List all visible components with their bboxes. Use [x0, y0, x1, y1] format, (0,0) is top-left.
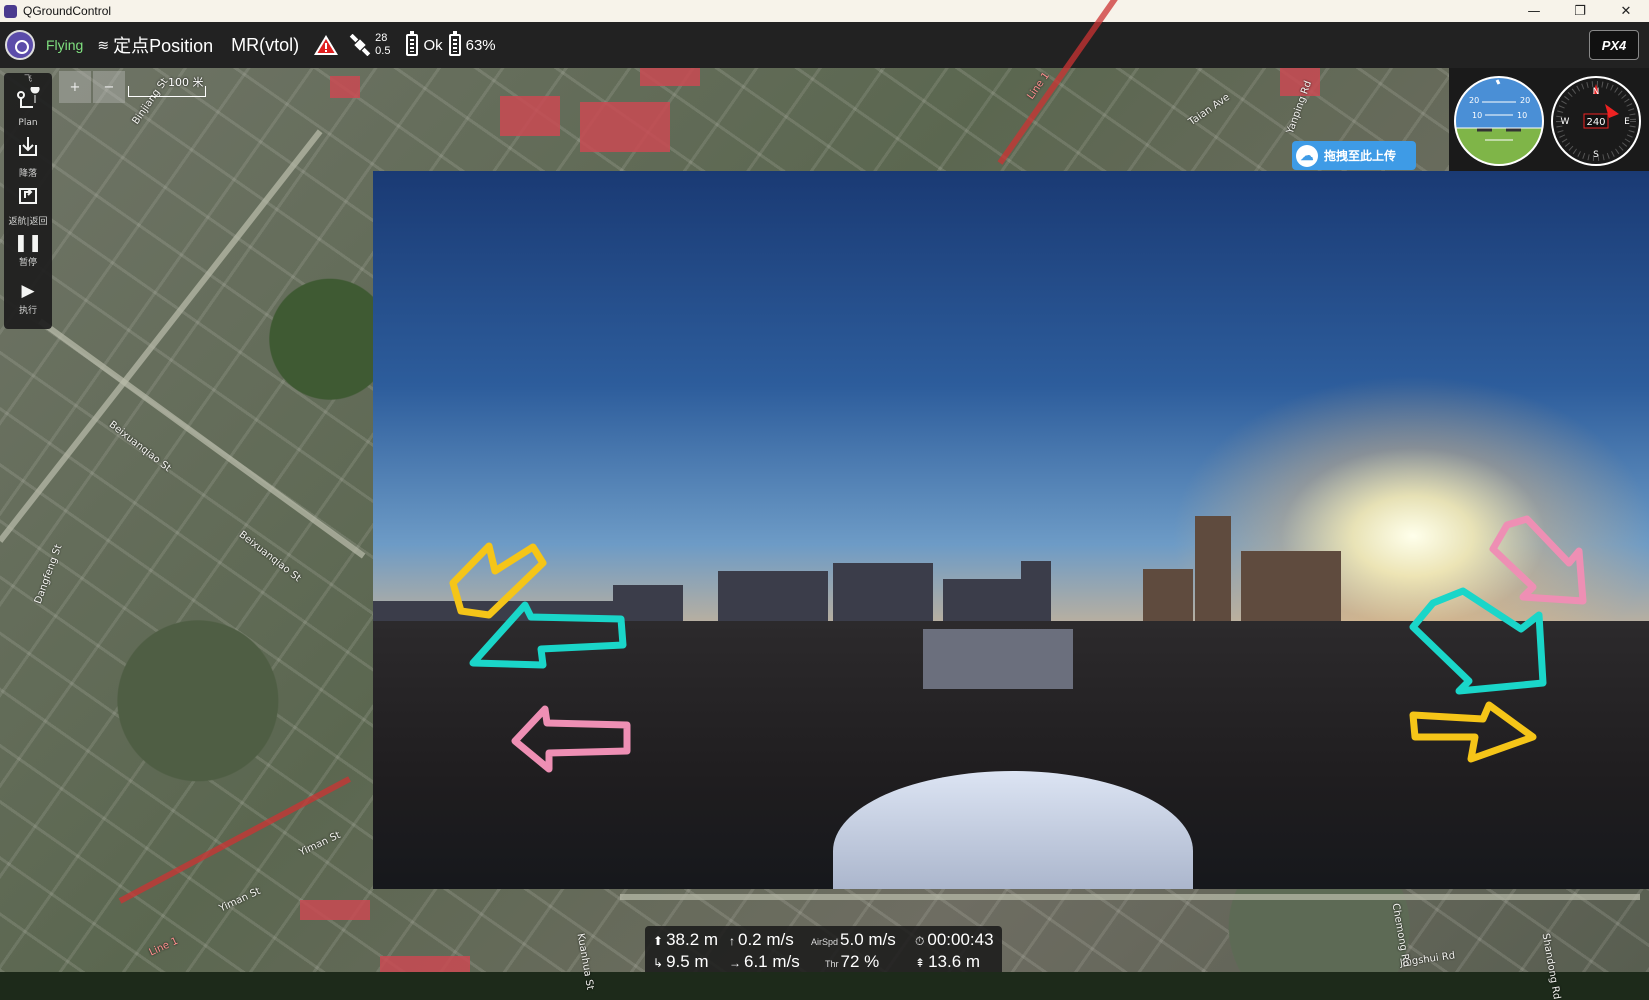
rtl-label: 返航|返回: [8, 217, 48, 227]
attitude-tick: 20: [1469, 96, 1479, 105]
pause-label: 暂停: [18, 258, 37, 268]
distance-home-value: ⇞ 13.6 m: [915, 952, 981, 971]
home-distance-icon: ⇞: [915, 956, 926, 970]
street-label: Dangfeng St: [32, 543, 65, 606]
pause-button[interactable]: ❚❚ 暂停: [4, 227, 52, 273]
map-road: [620, 894, 1640, 900]
land-button[interactable]: 降落: [4, 131, 52, 179]
compass-south: S: [1593, 150, 1599, 160]
pink-arrow-right: [1489, 515, 1587, 605]
map-building: [500, 96, 560, 136]
close-button[interactable]: ✕: [1603, 0, 1649, 22]
street-label: Yiman St: [217, 885, 263, 915]
plan-icon: [4, 84, 52, 118]
flight-mode-selector[interactable]: 定点Position: [113, 32, 213, 58]
plan-button[interactable]: Plan: [4, 83, 52, 129]
warning-icon[interactable]: [313, 33, 339, 57]
zoom-out-button[interactable]: −: [93, 71, 125, 103]
compass-indicator: 240 N E S W: [1551, 76, 1641, 166]
flight-time-value: ⏱ 00:00:43: [915, 930, 994, 949]
cloud-icon: ☁: [1296, 144, 1318, 167]
timer-icon: ⏱: [915, 934, 925, 948]
street-label: Yiman St: [297, 829, 343, 859]
ground-speed-icon: →: [729, 956, 741, 970]
map-road: [38, 318, 366, 559]
map-building: [330, 76, 360, 98]
window-title: QGroundControl: [23, 4, 112, 18]
map-building: [380, 956, 470, 972]
flight-state[interactable]: Flying: [46, 37, 83, 53]
play-button[interactable]: ▶ 执行: [4, 275, 52, 321]
attitude-tick: 10: [1472, 111, 1482, 120]
telemetry-panel[interactable]: ⬆ 38.2 m ↑ 0.2 m/s AirSpd 5.0 m/s ⏱ 00:00:43…: [645, 926, 1002, 972]
compass-north: N: [1593, 87, 1600, 97]
street-label: Kuanhua St: [574, 932, 596, 991]
signal-bars-icon: ≋: [97, 36, 110, 53]
street-label: Shandong Rd: [1539, 932, 1563, 1000]
airspeed-value: AirSpd 5.0 m/s: [811, 930, 896, 949]
altitude-value: ⬆ 38.2 m: [653, 930, 719, 949]
zoom-in-button[interactable]: +: [59, 71, 91, 103]
plan-label: Plan: [18, 118, 38, 128]
rtl-icon: [4, 183, 52, 214]
system-status[interactable]: Ok: [423, 37, 442, 54]
street-label: Binjiang St: [130, 76, 171, 127]
gps-satellite-count: 28: [375, 32, 388, 44]
gps-satellite-icon[interactable]: [349, 33, 371, 57]
cyan-arrow-left: [469, 601, 627, 669]
attitude-indicator: 20 10 10 20: [1454, 76, 1544, 166]
ground-speed-value: → 6.1 m/s: [729, 952, 800, 971]
yellow-arrow-right: [1409, 701, 1537, 763]
map-scale-label: 100 米: [168, 76, 204, 89]
video-feed[interactable]: [373, 171, 1649, 889]
street-label: Beixuanqiao St: [236, 529, 303, 585]
play-icon: ▶: [21, 281, 35, 301]
distance-icon: ↳: [653, 956, 664, 970]
window-title-bar: QGroundControl — ❐ ✕: [0, 0, 1649, 22]
yellow-arrow-left: [449, 542, 547, 619]
battery-icon[interactable]: [406, 31, 419, 56]
vehicle-type[interactable]: MR(vtol): [231, 35, 299, 56]
minimize-button[interactable]: —: [1511, 0, 1557, 22]
battery-percent[interactable]: 63%: [466, 37, 496, 54]
land-icon: [4, 135, 52, 166]
rtl-button[interactable]: 返航|返回: [4, 179, 52, 227]
distance-value: ↳ 9.5 m: [653, 952, 709, 971]
attitude-tick: 10: [1517, 111, 1527, 120]
map-building: [580, 102, 670, 152]
gps-hdop: 0.5: [375, 45, 391, 57]
rail-label: Line 1: [147, 935, 180, 959]
cyan-arrow-right: [1409, 587, 1547, 695]
altitude-icon: ⬆: [653, 934, 664, 948]
main-toolbar: Flying ≋ 定点Position MR(vtol) 28 0.5 Ok 6…: [0, 22, 1649, 68]
vertical-speed-value: ↑ 0.2 m/s: [729, 930, 794, 949]
px4-logo: PX4: [1589, 30, 1639, 60]
pause-icon: ❚❚: [13, 233, 43, 253]
map-building: [300, 900, 370, 920]
throttle-value: Thr 72 %: [825, 952, 880, 971]
play-label: 执行: [18, 306, 37, 316]
street-label: Taian Ave: [1186, 91, 1232, 129]
battery-level-icon[interactable]: [448, 31, 461, 56]
restore-button[interactable]: ❐: [1557, 0, 1603, 22]
attitude-tick: 20: [1520, 96, 1530, 105]
compass-east: E: [1624, 117, 1630, 127]
climb-icon: ↑: [729, 934, 735, 948]
gps-status[interactable]: 28 0.5: [375, 32, 390, 58]
fly-tools-panel: 飞 Plan 降落 返航|返回 ❚❚ 暂停 ▶ 执行: [4, 73, 52, 329]
qgc-menu-button[interactable]: [5, 30, 35, 60]
street-label: Chemong Rd: [1389, 902, 1412, 968]
street-label: Beixuanqiao St: [106, 419, 173, 475]
qgc-app-icon: [4, 4, 17, 18]
upload-drop-target[interactable]: ☁ 拖拽至此上传: [1292, 141, 1416, 170]
compass-heading: 240: [1586, 117, 1605, 128]
land-label: 降落: [18, 169, 37, 179]
compass-west: W: [1561, 117, 1570, 127]
pink-arrow-left: [511, 705, 631, 773]
map-building: [640, 68, 700, 86]
upload-label: 拖拽至此上传: [1324, 149, 1397, 163]
annotation-arrows: [449, 515, 1587, 773]
